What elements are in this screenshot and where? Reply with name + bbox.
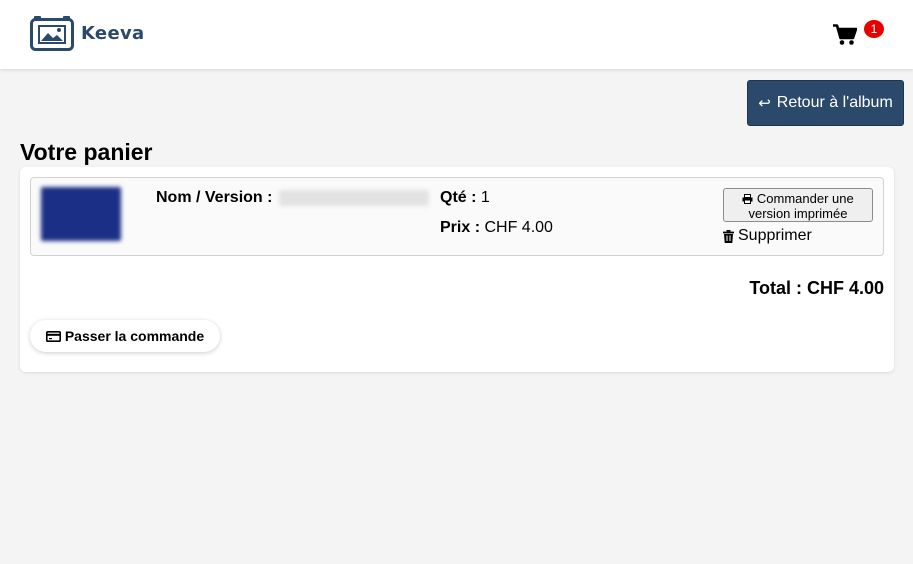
- price: Prix : CHF 4.00: [440, 219, 553, 237]
- page-title: Votre panier: [20, 139, 153, 165]
- photo-thumbnail: [41, 187, 121, 241]
- cart-item: Nom / Version : Qté : 1 Prix : CHF 4.00 …: [30, 177, 884, 256]
- trash-icon: [723, 229, 734, 243]
- checkout-label: Passer la commande: [64, 328, 205, 344]
- back-button-label: Retour à l'album: [776, 94, 893, 111]
- top-navbar: Keeva 1: [0, 0, 913, 69]
- cart-button[interactable]: [833, 24, 858, 46]
- return-arrow-icon: ↩: [758, 95, 771, 112]
- checkout-button[interactable]: Passer la commande: [30, 320, 220, 352]
- cart-card: Nom / Version : Qté : 1 Prix : CHF 4.00 …: [20, 167, 894, 372]
- brand-name: Keeva: [81, 22, 145, 44]
- back-to-album-button[interactable]: ↩ Retour à l'album: [747, 80, 904, 126]
- brand-logo[interactable]: Keeva: [30, 15, 144, 51]
- price-value: CHF 4.00: [484, 219, 553, 236]
- quantity: Qté : 1: [440, 189, 490, 207]
- name-version-label: Nom / Version :: [156, 189, 273, 206]
- quantity-value: 1: [480, 189, 490, 206]
- order-print-label: Commander une version imprimée: [748, 191, 854, 221]
- price-label: Prix :: [440, 219, 481, 236]
- cart-count-badge: 1: [864, 20, 884, 38]
- cart-total: Total : CHF 4.00: [749, 278, 884, 298]
- name-version-value: [279, 190, 429, 206]
- photo-frame-icon: [30, 16, 74, 51]
- quantity-label: Qté :: [440, 189, 477, 206]
- shopping-cart-icon: [833, 24, 858, 45]
- credit-card-icon: [45, 330, 61, 342]
- delete-item-button[interactable]: Supprimer: [723, 227, 812, 245]
- order-print-button[interactable]: Commander une version imprimée: [723, 188, 873, 222]
- delete-label: Supprimer: [738, 227, 812, 244]
- printer-icon: [742, 194, 753, 204]
